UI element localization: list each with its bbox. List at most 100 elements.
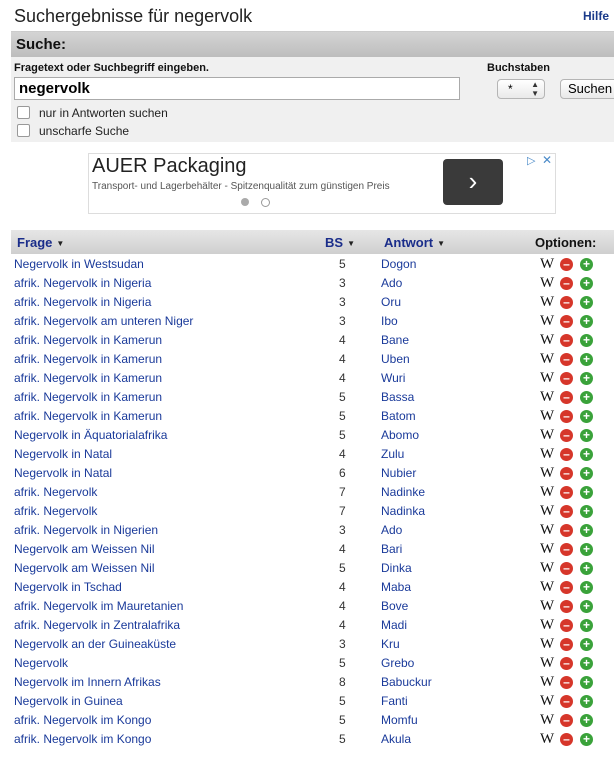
add-icon[interactable]: + — [580, 258, 593, 271]
question-link[interactable]: Negervolk in Äquatorialafrika — [14, 428, 167, 442]
wikipedia-icon[interactable]: W — [540, 446, 554, 462]
question-link[interactable]: afrik. Negervolk in Kamerun — [14, 352, 162, 366]
question-link[interactable]: Negervolk — [14, 656, 68, 670]
question-link[interactable]: afrik. Negervolk in Kamerun — [14, 371, 162, 385]
answer-link[interactable]: Ibo — [381, 314, 398, 328]
answer-link[interactable]: Maba — [381, 580, 411, 594]
answer-link[interactable]: Nadinke — [381, 485, 425, 499]
remove-icon[interactable]: – — [560, 410, 573, 423]
search-input[interactable] — [14, 77, 460, 100]
answer-link[interactable]: Abomo — [381, 428, 419, 442]
add-icon[interactable]: + — [580, 581, 593, 594]
add-icon[interactable]: + — [580, 638, 593, 651]
wikipedia-icon[interactable]: W — [540, 465, 554, 481]
add-icon[interactable]: + — [580, 467, 593, 480]
add-icon[interactable]: + — [580, 505, 593, 518]
question-link[interactable]: afrik. Negervolk in Nigeria — [14, 276, 151, 290]
remove-icon[interactable]: – — [560, 467, 573, 480]
add-icon[interactable]: + — [580, 391, 593, 404]
remove-icon[interactable]: – — [560, 505, 573, 518]
wikipedia-icon[interactable]: W — [540, 294, 554, 310]
wikipedia-icon[interactable]: W — [540, 541, 554, 557]
wikipedia-icon[interactable]: W — [540, 731, 554, 747]
remove-icon[interactable]: – — [560, 562, 573, 575]
remove-icon[interactable]: – — [560, 638, 573, 651]
carousel-dot-active[interactable] — [241, 198, 249, 206]
answer-link[interactable]: Grebo — [381, 656, 414, 670]
add-icon[interactable]: + — [580, 619, 593, 632]
wikipedia-icon[interactable]: W — [540, 674, 554, 690]
question-link[interactable]: afrik. Negervolk im Mauretanien — [14, 599, 183, 613]
remove-icon[interactable]: – — [560, 619, 573, 632]
wikipedia-icon[interactable]: W — [540, 332, 554, 348]
question-link[interactable]: Negervolk in Natal — [14, 447, 112, 461]
wikipedia-icon[interactable]: W — [540, 522, 554, 538]
question-link[interactable]: afrik. Negervolk in Kamerun — [14, 333, 162, 347]
remove-icon[interactable]: – — [560, 600, 573, 613]
question-link[interactable]: Negervolk in Guinea — [14, 694, 123, 708]
add-icon[interactable]: + — [580, 296, 593, 309]
answer-link[interactable]: Ado — [381, 276, 402, 290]
remove-icon[interactable]: – — [560, 391, 573, 404]
question-link[interactable]: Negervolk am Weissen Nil — [14, 561, 155, 575]
remove-icon[interactable]: – — [560, 296, 573, 309]
remove-icon[interactable]: – — [560, 448, 573, 461]
answer-link[interactable]: Batom — [381, 409, 416, 423]
add-icon[interactable]: + — [580, 353, 593, 366]
wikipedia-icon[interactable]: W — [540, 484, 554, 500]
question-link[interactable]: Negervolk in Tschad — [14, 580, 122, 594]
remove-icon[interactable]: – — [560, 733, 573, 746]
remove-icon[interactable]: – — [560, 353, 573, 366]
question-link[interactable]: afrik. Negervolk — [14, 504, 97, 518]
answer-link[interactable]: Bane — [381, 333, 409, 347]
answer-link[interactable]: Uben — [381, 352, 410, 366]
option-fuzzy-search[interactable]: unscharfe Suche — [17, 124, 129, 138]
answer-link[interactable]: Nubier — [381, 466, 416, 480]
close-icon[interactable]: ✕ — [542, 153, 552, 167]
search-button[interactable]: Suchen — [560, 79, 614, 99]
answer-link[interactable]: Kru — [381, 637, 400, 651]
add-icon[interactable]: + — [580, 372, 593, 385]
answer-link[interactable]: Dogon — [381, 257, 416, 271]
question-link[interactable]: Negervolk am Weissen Nil — [14, 542, 155, 556]
question-link[interactable]: afrik. Negervolk am unteren Niger — [14, 314, 193, 328]
wikipedia-icon[interactable]: W — [540, 503, 554, 519]
remove-icon[interactable]: – — [560, 372, 573, 385]
add-icon[interactable]: + — [580, 486, 593, 499]
question-link[interactable]: afrik. Negervolk in Kamerun — [14, 390, 162, 404]
answer-link[interactable]: Momfu — [381, 713, 418, 727]
carousel-dot[interactable] — [261, 198, 270, 207]
answer-link[interactable]: Zulu — [381, 447, 404, 461]
remove-icon[interactable]: – — [560, 258, 573, 271]
add-icon[interactable]: + — [580, 733, 593, 746]
add-icon[interactable]: + — [580, 543, 593, 556]
answer-link[interactable]: Nadinka — [381, 504, 425, 518]
question-link[interactable]: afrik. Negervolk — [14, 485, 97, 499]
option-answers-only[interactable]: nur in Antworten suchen — [17, 106, 168, 120]
wikipedia-icon[interactable]: W — [540, 351, 554, 367]
answer-link[interactable]: Wuri — [381, 371, 405, 385]
sort-bs[interactable]: BS ▼ — [325, 235, 355, 250]
remove-icon[interactable]: – — [560, 581, 573, 594]
remove-icon[interactable]: – — [560, 486, 573, 499]
wikipedia-icon[interactable]: W — [540, 693, 554, 709]
remove-icon[interactable]: – — [560, 695, 573, 708]
wikipedia-icon[interactable]: W — [540, 256, 554, 272]
add-icon[interactable]: + — [580, 448, 593, 461]
answer-link[interactable]: Akula — [381, 732, 411, 746]
remove-icon[interactable]: – — [560, 543, 573, 556]
answer-link[interactable]: Bassa — [381, 390, 414, 404]
remove-icon[interactable]: – — [560, 714, 573, 727]
wikipedia-icon[interactable]: W — [540, 560, 554, 576]
add-icon[interactable]: + — [580, 657, 593, 670]
ad-banner[interactable]: AUER Packaging Transport- und Lagerbehäl… — [88, 153, 556, 214]
add-icon[interactable]: + — [580, 315, 593, 328]
wikipedia-icon[interactable]: W — [540, 712, 554, 728]
question-link[interactable]: afrik. Negervolk in Nigeria — [14, 295, 151, 309]
question-link[interactable]: afrik. Negervolk in Kamerun — [14, 409, 162, 423]
answer-link[interactable]: Ado — [381, 523, 402, 537]
question-link[interactable]: afrik. Negervolk im Kongo — [14, 713, 151, 727]
answer-link[interactable]: Bari — [381, 542, 402, 556]
wikipedia-icon[interactable]: W — [540, 598, 554, 614]
remove-icon[interactable]: – — [560, 524, 573, 537]
